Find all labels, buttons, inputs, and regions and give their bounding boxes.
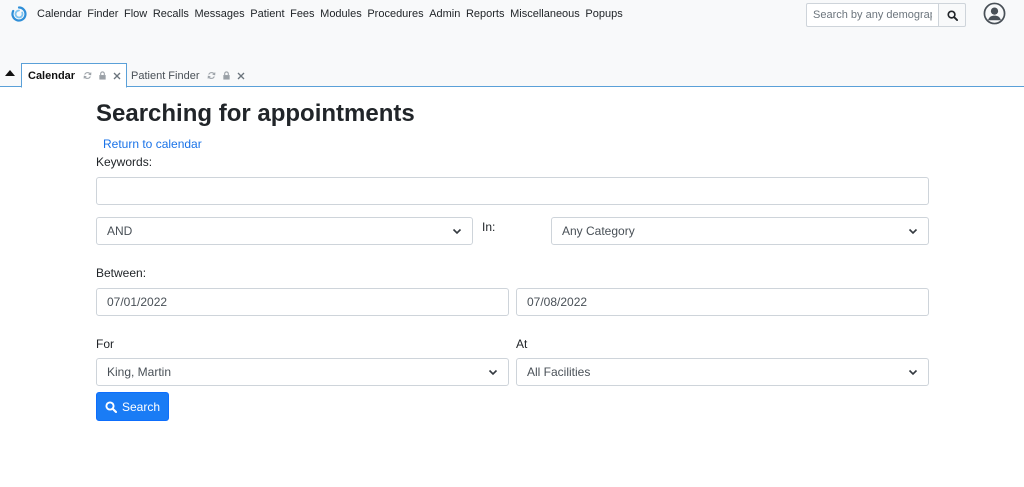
menu-item-fees[interactable]: Fees bbox=[290, 8, 314, 20]
global-search bbox=[806, 3, 966, 27]
app-logo-icon[interactable] bbox=[11, 6, 27, 22]
menu-item-recalls[interactable]: Recalls bbox=[153, 8, 189, 20]
tab-calendar-label: Calendar bbox=[28, 69, 76, 82]
search-icon bbox=[105, 400, 117, 413]
provider-select[interactable]: King, Martin bbox=[96, 358, 509, 386]
for-label: For bbox=[96, 337, 114, 351]
operator-select-value: AND bbox=[107, 224, 133, 238]
global-search-input[interactable] bbox=[806, 3, 939, 27]
user-avatar-icon[interactable] bbox=[983, 2, 1006, 25]
date-to-input[interactable]: 07/08/2022 bbox=[516, 288, 929, 316]
page-title: Searching for appointments bbox=[96, 100, 415, 127]
chevron-down-icon bbox=[488, 369, 498, 376]
date-from-input[interactable]: 07/01/2022 bbox=[96, 288, 509, 316]
chevron-down-icon bbox=[908, 228, 918, 235]
close-icon[interactable] bbox=[237, 72, 245, 80]
tab-calendar[interactable]: Calendar bbox=[21, 63, 127, 88]
main-menu: Calendar Finder Flow Recalls Messages Pa… bbox=[37, 8, 628, 20]
menu-item-flow[interactable]: Flow bbox=[124, 8, 147, 20]
menu-item-reports[interactable]: Reports bbox=[466, 8, 505, 20]
provider-select-value: King, Martin bbox=[107, 365, 172, 379]
refresh-icon[interactable] bbox=[207, 71, 216, 80]
refresh-icon[interactable] bbox=[83, 71, 92, 80]
menu-item-admin[interactable]: Admin bbox=[429, 8, 460, 20]
chevron-down-icon bbox=[452, 228, 462, 235]
menu-item-messages[interactable]: Messages bbox=[195, 8, 245, 20]
menu-item-modules[interactable]: Modules bbox=[320, 8, 362, 20]
tab-patient-finder[interactable]: Patient Finder bbox=[127, 63, 255, 88]
return-to-calendar-link[interactable]: Return to calendar bbox=[103, 137, 202, 151]
chevron-down-icon bbox=[908, 369, 918, 376]
global-search-button[interactable] bbox=[939, 3, 966, 27]
menu-item-miscellaneous[interactable]: Miscellaneous bbox=[510, 8, 580, 20]
menu-item-procedures[interactable]: Procedures bbox=[367, 8, 423, 20]
facility-select-value: All Facilities bbox=[527, 365, 591, 379]
menu-item-patient[interactable]: Patient bbox=[250, 8, 284, 20]
keywords-label: Keywords: bbox=[96, 155, 153, 169]
search-icon bbox=[946, 9, 958, 21]
top-navbar: Calendar Finder Flow Recalls Messages Pa… bbox=[0, 0, 1024, 88]
facility-select[interactable]: All Facilities bbox=[516, 358, 929, 386]
lock-icon[interactable] bbox=[222, 71, 231, 80]
close-icon[interactable] bbox=[113, 72, 121, 80]
at-label: At bbox=[516, 337, 528, 351]
operator-select[interactable]: AND bbox=[96, 217, 473, 245]
search-button[interactable]: Search bbox=[96, 392, 169, 421]
lock-icon[interactable] bbox=[98, 71, 107, 80]
menu-item-calendar[interactable]: Calendar bbox=[37, 8, 82, 20]
in-label: In: bbox=[482, 220, 496, 234]
between-label: Between: bbox=[96, 266, 147, 280]
category-select[interactable]: Any Category bbox=[551, 217, 929, 245]
keywords-input[interactable] bbox=[96, 177, 929, 205]
collapse-menu-caret-icon[interactable] bbox=[5, 70, 15, 76]
category-select-value: Any Category bbox=[562, 224, 635, 238]
tab-patient-finder-label: Patient Finder bbox=[131, 69, 200, 82]
menu-item-finder[interactable]: Finder bbox=[87, 8, 118, 20]
search-button-label: Search bbox=[121, 399, 161, 414]
menu-item-popups[interactable]: Popups bbox=[585, 8, 622, 20]
